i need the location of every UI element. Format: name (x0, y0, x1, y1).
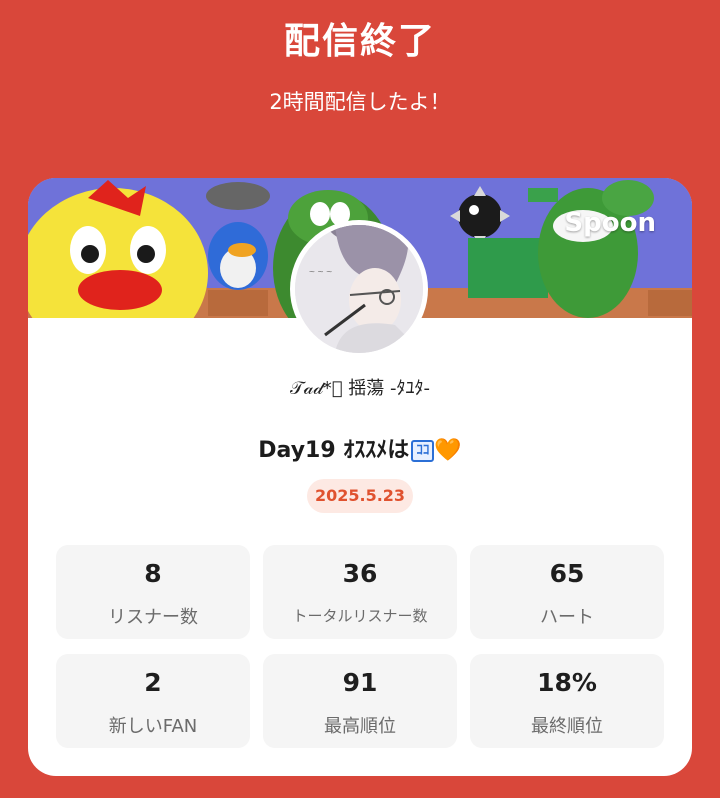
stat-listeners: 8 リスナー数 (56, 545, 250, 639)
orange-heart-icon: 🧡 (434, 438, 462, 463)
stat-value: 8 (144, 559, 162, 588)
stat-label: リスナー数 (108, 607, 198, 628)
username: 𝒯𝒶𝒹*ﾟ 揺蕩 -ﾀﾕﾀ- (290, 378, 430, 399)
stat-hearts: 65 ハート (470, 545, 664, 639)
summary-card: Spoon ~ ~ ~ 𝒯𝒶𝒹*ﾟ 揺蕩 -ﾀﾕﾀ- Day19 ｵｽｽﾒは ｺｺ… (28, 178, 692, 776)
stat-value: 65 (549, 559, 585, 588)
stat-value: 36 (342, 559, 378, 588)
stat-value: 91 (342, 668, 378, 697)
stats-grid: 8 リスナー数 36 トータルリスナー数 65 ハート 2 新しいFAN 91 … (56, 545, 664, 749)
avatar-image: ~ ~ ~ (295, 225, 423, 353)
live-title-text: Day19 ｵｽｽﾒは (258, 438, 410, 463)
avatar[interactable]: ~ ~ ~ (290, 220, 428, 358)
date-badge: 2025.5.23 (307, 479, 413, 513)
stat-total-listeners: 36 トータルリスナー数 (263, 545, 457, 639)
spoon-logo: Spoon (564, 208, 656, 238)
stat-highest-rank: 91 最高順位 (263, 654, 457, 748)
stat-label: 新しいFAN (108, 716, 198, 737)
stat-label: トータルリスナー数 (292, 607, 428, 625)
koko-emoji-icon: ｺｺ (411, 440, 435, 462)
stat-label: 最終順位 (531, 716, 603, 737)
stat-value: 18% (537, 668, 597, 697)
stat-label: 最高順位 (324, 716, 396, 737)
duration-message: 2時間配信したよ！ (269, 90, 451, 114)
stat-final-rank: 18% 最終順位 (470, 654, 664, 748)
stat-value: 2 (144, 668, 162, 697)
page-title: 配信終了 (283, 21, 436, 62)
stat-label: ハート (540, 607, 594, 628)
live-title: Day19 ｵｽｽﾒは ｺｺ 🧡 (28, 432, 692, 464)
stat-new-fans: 2 新しいFAN (56, 654, 250, 748)
svg-text:~ ~ ~: ~ ~ ~ (309, 267, 332, 278)
